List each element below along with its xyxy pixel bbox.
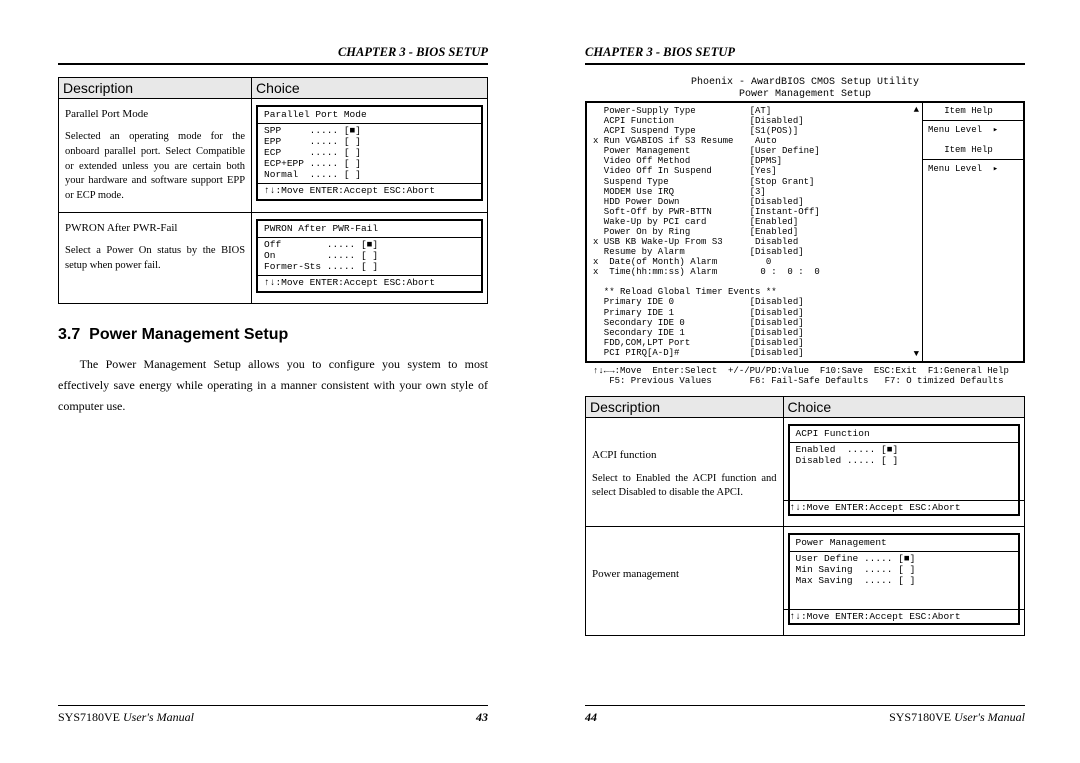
row-title: Parallel Port Mode bbox=[65, 107, 245, 122]
th-description: Description bbox=[59, 78, 252, 99]
bios-option-box: ACPI Function Enabled ..... [■] Disabled … bbox=[788, 424, 1020, 516]
bios-option-foot: ↑↓:Move ENTER:Accept ESC:Abort bbox=[258, 275, 481, 292]
th-choice: Choice bbox=[783, 397, 1024, 418]
page-number: 43 bbox=[476, 710, 488, 725]
section-body: The Power Management Setup allows you to… bbox=[58, 354, 488, 417]
row-title: Power management bbox=[592, 567, 777, 582]
scroll-down-icon: ▼ bbox=[914, 349, 919, 359]
choice-cell-powermgmt: Power Management User Define ..... [■] Mi… bbox=[783, 527, 1024, 636]
desc-choice-table-left: Description Choice Parallel Port Mode Se… bbox=[58, 77, 488, 304]
row-title: PWRON After PWR-Fail bbox=[65, 221, 245, 236]
row-title: ACPI function bbox=[592, 448, 777, 463]
choice-options: Enabled ..... [■] Disabled ..... [ ] bbox=[796, 444, 899, 466]
choice-title: Parallel Port Mode bbox=[264, 109, 367, 120]
chapter-header-right: CHAPTER 3 - BIOS SETUP bbox=[585, 45, 1025, 65]
choice-options: User Define ..... [■] Min Saving ..... [… bbox=[796, 553, 916, 586]
page-right: CHAPTER 3 - BIOS SETUP Phoenix - AwardBI… bbox=[585, 45, 1025, 725]
bios-screen: ▲ ▼ Power-Supply Type [AT] ACPI Function… bbox=[585, 101, 1025, 363]
footer-left: SYS7180VE User's Manual 43 bbox=[58, 705, 488, 725]
bios-settings-list: Power-Supply Type [AT] ACPI Function [Di… bbox=[587, 103, 923, 361]
choice-options: Off ..... [■] On ..... [ ] Former-Sts ..… bbox=[264, 239, 378, 272]
page-left: CHAPTER 3 - BIOS SETUP Description Choic… bbox=[58, 45, 488, 725]
choice-title: ACPI Function bbox=[796, 428, 870, 439]
section-number: 3.7 bbox=[58, 326, 80, 343]
manual-name: SYS7180VE User's Manual bbox=[889, 710, 1025, 725]
choice-cell-acpi: ACPI Function Enabled ..... [■] Disabled … bbox=[783, 418, 1024, 527]
choice-title: PWRON After PWR-Fail bbox=[264, 223, 378, 234]
footer-right: 44 SYS7180VE User's Manual bbox=[585, 705, 1025, 725]
row-desc: Select a Power On status by the BIOS set… bbox=[65, 244, 245, 273]
section-name: Power Management Setup bbox=[89, 326, 288, 343]
choice-cell-parallel-port: Parallel Port Mode SPP ..... [■] EPP ....… bbox=[252, 99, 488, 213]
row-desc: Select to Enabled the ACPI function and … bbox=[592, 472, 777, 501]
bios-option-foot: ↑↓:Move ENTER:Accept ESC:Abort bbox=[258, 183, 481, 200]
desc-cell-parallel-port: Parallel Port Mode Selected an operating… bbox=[59, 99, 252, 213]
choice-title: Power Management bbox=[796, 537, 887, 548]
section-title: 3.7 Power Management Setup bbox=[58, 326, 488, 344]
bios-option-foot: ↑↓:Move ENTER:Accept ESC:Abort bbox=[784, 500, 1024, 517]
desc-choice-table-right: Description Choice ACPI function Select … bbox=[585, 396, 1025, 636]
chapter-header-left: CHAPTER 3 - BIOS SETUP bbox=[58, 45, 488, 65]
bios-help-panel: Item HelpMenu Level ▸ Item HelpMenu Leve… bbox=[923, 103, 1023, 361]
th-description: Description bbox=[586, 397, 784, 418]
bios-help-keys: ↑↓←→:Move Enter:Select +/-/PU/PD:Value F… bbox=[585, 366, 1025, 386]
bios-option-box: PWRON After PWR-Fail Off ..... [■] On ...… bbox=[256, 219, 483, 294]
row-desc: Selected an operating mode for the onboa… bbox=[65, 130, 245, 203]
scroll-up-icon: ▲ bbox=[914, 105, 919, 115]
choice-options: SPP ..... [■] EPP ..... [ ] ECP ..... [ … bbox=[264, 125, 361, 180]
bios-option-box: Parallel Port Mode SPP ..... [■] EPP ....… bbox=[256, 105, 483, 201]
th-choice: Choice bbox=[252, 78, 488, 99]
desc-cell-powermgmt: Power management bbox=[586, 527, 784, 636]
bios-screen-title: Phoenix - AwardBIOS CMOS Setup Utility P… bbox=[585, 77, 1025, 100]
desc-cell-pwron: PWRON After PWR-Fail Select a Power On s… bbox=[59, 212, 252, 304]
manual-name: SYS7180VE User's Manual bbox=[58, 710, 194, 725]
choice-cell-pwron: PWRON After PWR-Fail Off ..... [■] On ...… bbox=[252, 212, 488, 304]
bios-option-foot: ↑↓:Move ENTER:Accept ESC:Abort bbox=[784, 609, 1024, 626]
bios-option-box: Power Management User Define ..... [■] Mi… bbox=[788, 533, 1020, 625]
page-number: 44 bbox=[585, 710, 597, 725]
desc-cell-acpi: ACPI function Select to Enabled the ACPI… bbox=[586, 418, 784, 527]
